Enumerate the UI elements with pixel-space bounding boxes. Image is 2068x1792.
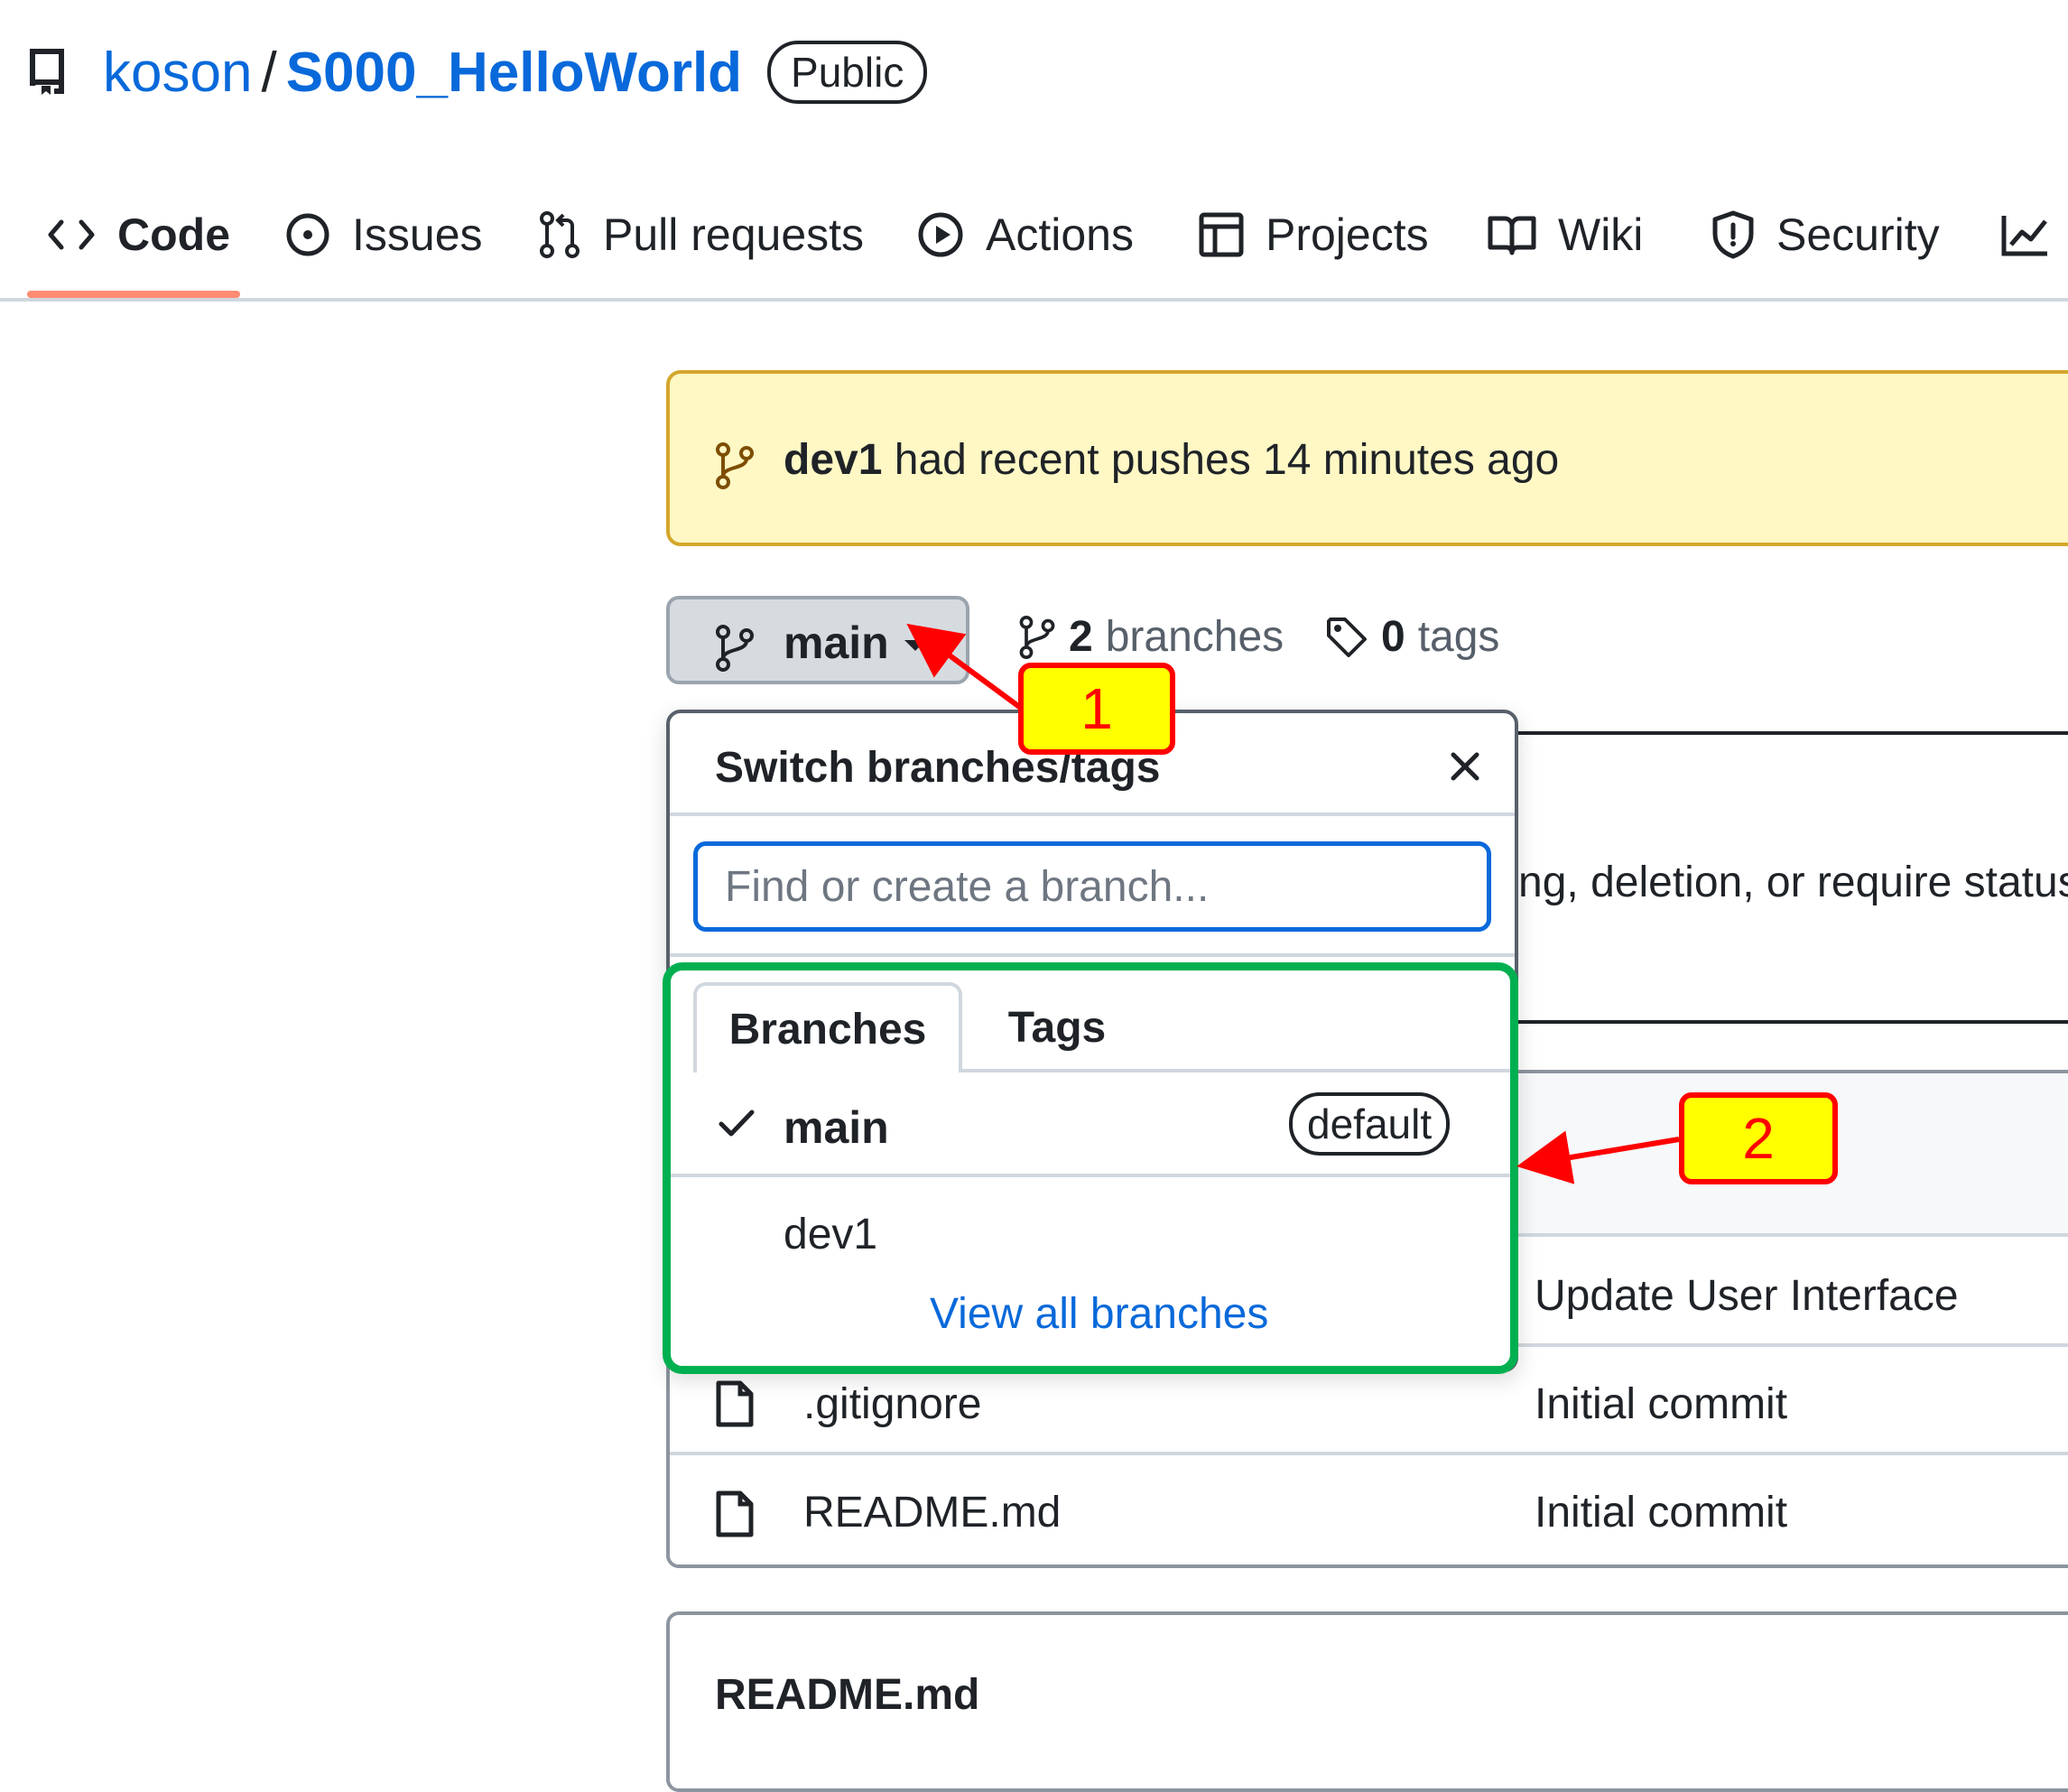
arrow-2 <box>1516 1130 1680 1184</box>
callout-1: 1 <box>1018 663 1175 755</box>
annotation-arrows <box>906 623 1680 1184</box>
callout-2: 2 <box>1679 1092 1838 1184</box>
arrow-1 <box>906 623 1024 711</box>
